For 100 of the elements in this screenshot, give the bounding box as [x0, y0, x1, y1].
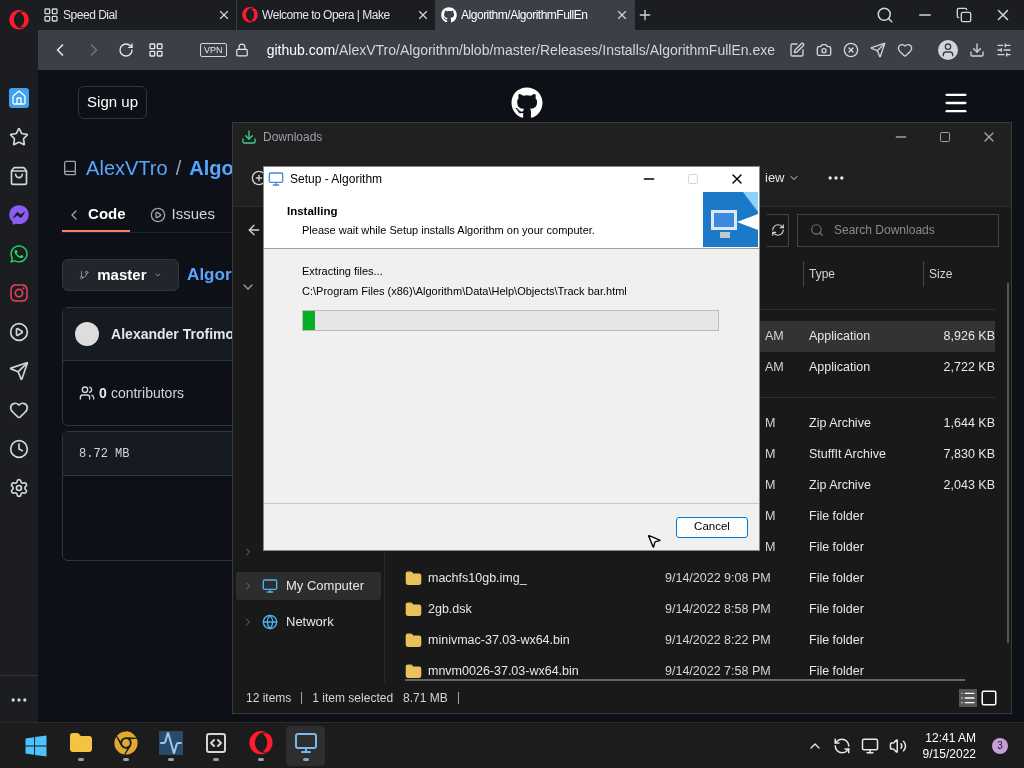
file-row[interactable]: mnvm0026-37.03-wx64.bin 9/14/2022 7:58 PM File folder [385, 656, 995, 679]
file-size: 1,644 KB [942, 415, 995, 433]
clock[interactable]: 12:41 AM 9/15/2022 [922, 729, 976, 762]
search-icon[interactable] [876, 6, 894, 24]
file-type: File folder [809, 570, 865, 588]
volume-icon[interactable] [888, 736, 907, 755]
file-date: M [765, 447, 776, 462]
github-logo-icon[interactable] [511, 86, 543, 119]
file-size: 8.72 MB [79, 445, 130, 463]
repo-tab[interactable]: Issues [145, 199, 219, 232]
path-link[interactable]: Algor [187, 262, 232, 288]
file-row[interactable]: 2gb.dsk 9/14/2022 8:58 PM File folder [385, 594, 995, 625]
file-type: File folder [809, 508, 865, 526]
item-count: 12 items [246, 690, 292, 707]
file-type: Application [809, 359, 872, 377]
home-icon[interactable] [9, 88, 30, 108]
file-row[interactable]: minivmac-37.03-wx64.bin 9/14/2022 8:22 PM File folder [385, 625, 995, 656]
author-name[interactable]: Alexander Trofimo [111, 323, 235, 345]
details-view-icon[interactable] [959, 689, 977, 707]
sign-up-button[interactable]: Sign up [78, 86, 147, 119]
file-type: File folder [809, 663, 865, 679]
file-type: File folder [809, 601, 865, 619]
file-type: Zip Archive [809, 477, 872, 495]
file-type: File folder [809, 632, 865, 650]
vpn-badge[interactable]: VPN [200, 43, 227, 57]
file-type: File folder [809, 539, 865, 557]
tabs-grid-icon[interactable] [148, 42, 165, 58]
contributors-icon [79, 385, 96, 401]
file-type: StuffIt Archive [809, 446, 887, 464]
url-field[interactable]: github.com/AlexVTro/Algorithm/blob/master/Releases/Installs/AlgorithmFullEn.exe [266, 39, 775, 61]
search-box[interactable]: Search Downloads [797, 213, 999, 247]
repo-name-link[interactable]: Algo [189, 153, 234, 183]
network-icon [262, 614, 278, 630]
file-date: M [765, 540, 776, 555]
download-icon[interactable] [969, 42, 985, 58]
computer-icon [262, 578, 278, 594]
contributors-label[interactable]: contributors [110, 382, 185, 404]
heart-icon[interactable] [897, 42, 913, 58]
file-date: M [765, 416, 776, 431]
file-size: 2,043 KB [942, 477, 995, 495]
repo-tab[interactable]: Code [62, 199, 130, 232]
network-icon[interactable] [860, 736, 879, 755]
path-separator: / [175, 156, 182, 181]
column-header[interactable]: Type [803, 261, 923, 287]
lock-icon [234, 43, 249, 57]
view-menu[interactable]: iew [765, 168, 800, 188]
camera-icon[interactable] [816, 42, 832, 58]
contributors-count: 0 [99, 383, 107, 403]
cancel-button[interactable]: Cancel [676, 516, 748, 538]
bookmarks-icon[interactable] [9, 127, 30, 147]
installer-icon [268, 171, 284, 187]
file-type: Zip Archive [809, 415, 872, 433]
refresh-button[interactable] [767, 213, 789, 247]
chrome-icon [113, 730, 138, 755]
settings-icon[interactable] [9, 478, 30, 498]
search-field[interactable]: Search Downloads [834, 221, 984, 239]
send-icon[interactable] [9, 361, 30, 381]
grid-icon [43, 7, 60, 23]
taskbar-app[interactable] [286, 725, 325, 766]
page-heading: Installing [287, 204, 339, 219]
messenger-icon[interactable] [9, 205, 30, 225]
profile-icon[interactable] [938, 40, 958, 60]
history-icon[interactable] [9, 439, 30, 459]
instagram-icon[interactable] [9, 283, 30, 303]
shopping-bag-icon[interactable] [9, 166, 30, 186]
issue-icon [149, 206, 166, 223]
send-icon[interactable] [870, 42, 886, 58]
block-icon[interactable] [843, 42, 859, 58]
maximize-icon[interactable] [939, 130, 951, 143]
tiles-view-icon[interactable] [980, 689, 998, 707]
sync-icon[interactable] [832, 736, 851, 755]
file-type: Application [809, 328, 872, 346]
file-date: 9/14/2022 9:08 PM [665, 571, 771, 586]
windows-icon [23, 733, 48, 758]
file-name: machfs10gb.img_ [428, 570, 527, 588]
selection-size: 8.71 MB [403, 690, 448, 707]
player-icon[interactable] [9, 322, 30, 342]
installer-icon [293, 730, 318, 755]
page-description: Please wait while Setup installs Algorithm on your computer. [301, 223, 595, 239]
file-size: 2,722 KB [942, 359, 995, 377]
back-icon[interactable] [246, 222, 262, 238]
heart-icon[interactable] [9, 400, 30, 420]
restore-icon[interactable] [956, 7, 972, 23]
opera-logo-icon[interactable] [9, 10, 30, 30]
reload-icon[interactable] [118, 42, 135, 58]
whatsapp-icon[interactable] [9, 244, 30, 264]
chart-window-icon [158, 730, 183, 755]
nav-item[interactable]: Network [236, 608, 381, 636]
notification-badge[interactable]: 3 [992, 737, 1008, 754]
selection-info: 1 item selected [312, 690, 394, 707]
file-size: 7,830 KB [942, 446, 995, 464]
branch-button[interactable]: master [62, 259, 180, 291]
settings-sliders-icon[interactable] [996, 42, 1012, 58]
column-header[interactable]: Size [923, 261, 993, 287]
file-row[interactable]: machfs10gb.img_ 9/14/2022 9:08 PM File folder [385, 563, 995, 594]
refresh-icon [770, 223, 785, 237]
repo-owner-link[interactable]: AlexVTro [86, 153, 168, 183]
nav-item[interactable]: My Computer [236, 572, 381, 600]
browser-tab[interactable]: Algorithm/AlgorithmFullEn [436, 0, 636, 30]
edit-icon[interactable] [789, 42, 805, 58]
